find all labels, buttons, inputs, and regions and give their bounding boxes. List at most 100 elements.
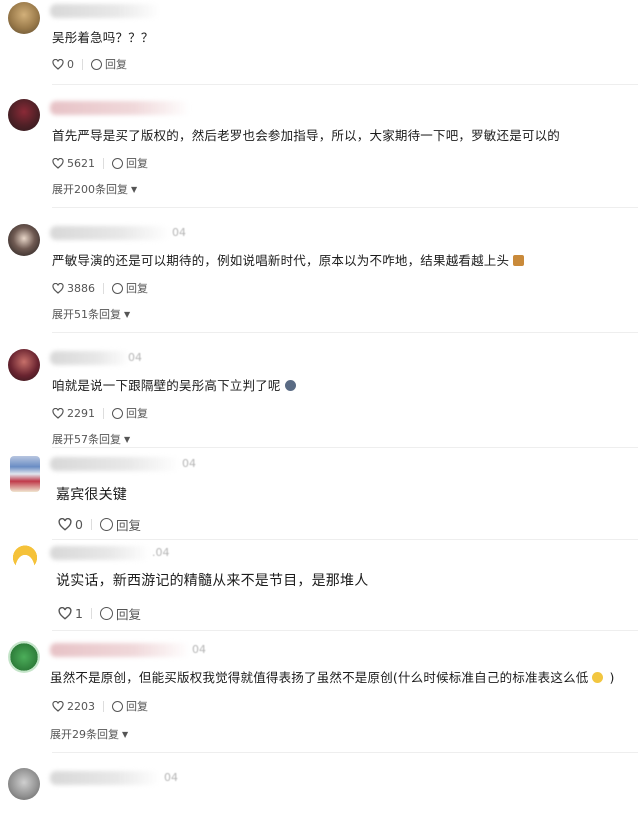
caret-down-icon: ▼ bbox=[122, 730, 129, 739]
comment-text-content: 严敏导演的还是可以期待的，例如说唱新时代，原本以为不咋地，结果越看越上头 bbox=[52, 253, 510, 268]
reply-label: 回复 bbox=[126, 157, 148, 170]
expand-label: 展开57条回复 bbox=[52, 433, 121, 446]
expand-replies-link[interactable]: 展开29条回复 ▼ bbox=[50, 726, 128, 742]
comment-icon bbox=[91, 58, 102, 70]
reply-button[interactable]: 回复 bbox=[112, 698, 148, 714]
reply-button[interactable]: 回复 bbox=[91, 56, 127, 72]
comment-text: 咱就是说一下跟隔壁的吴彤高下立判了呢 bbox=[52, 375, 296, 394]
expand-replies-link[interactable]: 展开51条回复 ▼ bbox=[52, 306, 130, 322]
reply-button[interactable]: 回复 bbox=[112, 155, 148, 171]
reply-button[interactable]: 回复 bbox=[99, 604, 141, 623]
laughing-emoji-icon bbox=[592, 672, 604, 683]
avatar[interactable] bbox=[8, 99, 40, 131]
expand-label: 展开51条回复 bbox=[52, 308, 121, 321]
comment-date: 04 bbox=[172, 226, 186, 239]
reply-label: 回复 bbox=[126, 407, 148, 420]
like-button[interactable]: 5621 bbox=[52, 157, 95, 170]
like-button[interactable]: 1 bbox=[58, 606, 83, 621]
comment-icon bbox=[112, 282, 123, 294]
comment-text: 虽然不是原创，但能买版权我觉得就值得表扬了虽然不是原创(什么时候标准自己的标准表… bbox=[50, 667, 615, 686]
username-blurred bbox=[50, 4, 160, 18]
expand-label: 展开29条回复 bbox=[50, 728, 119, 741]
comment-text: 说实话，新西游记的精髓从来不是节目，是那堆人 bbox=[56, 573, 369, 589]
avatar[interactable] bbox=[8, 224, 40, 256]
emoji-icon bbox=[284, 380, 296, 391]
comment-actions: 0 回复 bbox=[52, 56, 127, 72]
like-button[interactable]: 2203 bbox=[52, 700, 95, 713]
divider bbox=[52, 207, 638, 208]
reply-button[interactable]: 回复 bbox=[99, 515, 141, 534]
heart-icon bbox=[52, 58, 64, 70]
caret-down-icon: ▼ bbox=[124, 435, 131, 444]
avatar[interactable] bbox=[8, 2, 40, 34]
like-count: 2203 bbox=[67, 699, 95, 713]
avatar[interactable] bbox=[8, 349, 40, 381]
like-count: 5621 bbox=[67, 156, 95, 170]
like-button[interactable]: 2291 bbox=[52, 407, 95, 420]
divider bbox=[52, 752, 638, 753]
like-count: 0 bbox=[67, 57, 74, 71]
username-blurred bbox=[50, 101, 190, 115]
comment-date: 04 bbox=[182, 457, 196, 470]
caret-down-icon: ▼ bbox=[131, 185, 138, 194]
comment-actions: 3886 回复 bbox=[52, 280, 148, 296]
reply-button[interactable]: 回复 bbox=[112, 405, 148, 421]
username-blurred bbox=[50, 643, 190, 657]
like-count: 3886 bbox=[67, 281, 95, 295]
divider bbox=[52, 447, 638, 448]
comment-text-tail: ) bbox=[609, 670, 615, 685]
comment-actions: 2203 回复 bbox=[52, 698, 148, 714]
expand-replies-link[interactable]: 展开200条回复 ▼ bbox=[52, 181, 137, 197]
separator bbox=[103, 700, 104, 712]
comment-text-content: 咱就是说一下跟隔壁的吴彤高下立判了呢 bbox=[52, 378, 281, 393]
comment-text: 严敏导演的还是可以期待的，例如说唱新时代，原本以为不咋地，结果越看越上头 bbox=[52, 250, 525, 269]
comment-text-content: 虽然不是原创，但能买版权我觉得就值得表扬了虽然不是原创(什么时候标准自己的标准表… bbox=[50, 670, 589, 685]
reply-button[interactable]: 回复 bbox=[112, 280, 148, 296]
divider bbox=[52, 332, 638, 333]
reply-label: 回复 bbox=[126, 700, 148, 713]
divider bbox=[52, 84, 638, 85]
separator bbox=[103, 157, 104, 169]
avatar[interactable] bbox=[10, 456, 40, 492]
heart-icon bbox=[58, 606, 72, 620]
heart-icon bbox=[52, 407, 64, 419]
comment-actions: 0 回复 bbox=[58, 515, 141, 534]
comment-date: 04 bbox=[128, 351, 142, 364]
comment-icon bbox=[112, 407, 123, 419]
heart-icon bbox=[58, 517, 72, 531]
username-blurred bbox=[50, 546, 150, 560]
reply-label: 回复 bbox=[115, 606, 141, 622]
comment-icon bbox=[112, 700, 123, 712]
username-blurred bbox=[50, 457, 180, 471]
comment-text: 嘉宾很关键 bbox=[56, 487, 127, 503]
comment-text: 吴彤着急吗？？？ bbox=[52, 30, 154, 45]
avatar[interactable] bbox=[8, 768, 40, 800]
reply-label: 回复 bbox=[115, 517, 141, 533]
expand-replies-link[interactable]: 展开57条回复 ▼ bbox=[52, 431, 130, 447]
divider bbox=[52, 539, 638, 540]
username-blurred bbox=[50, 226, 170, 240]
comment-actions: 1 回复 bbox=[58, 604, 141, 623]
heart-icon bbox=[52, 157, 64, 169]
comment-actions: 2291 回复 bbox=[52, 405, 148, 421]
emoji-icon bbox=[513, 255, 525, 266]
separator bbox=[90, 518, 92, 530]
comment-date: 04 bbox=[192, 643, 206, 656]
like-count: 0 bbox=[75, 516, 83, 532]
avatar[interactable] bbox=[8, 641, 40, 673]
expand-label: 展开200条回复 bbox=[52, 183, 128, 196]
heart-icon bbox=[52, 700, 64, 712]
reply-label: 回复 bbox=[105, 58, 127, 71]
like-count: 2291 bbox=[67, 406, 95, 420]
comment-date: .04 bbox=[152, 546, 170, 559]
comment-date: 04 bbox=[164, 771, 178, 784]
like-button[interactable]: 0 bbox=[52, 58, 74, 71]
avatar[interactable] bbox=[8, 544, 42, 578]
comment-icon bbox=[99, 517, 113, 531]
comment-text: 首先严导是买了版权的，然后老罗也会参加指导，所以，大家期待一下吧，罗敏还是可以的 bbox=[52, 128, 561, 143]
like-button[interactable]: 0 bbox=[58, 517, 83, 532]
like-count: 1 bbox=[75, 605, 83, 621]
like-button[interactable]: 3886 bbox=[52, 282, 95, 295]
comment-icon bbox=[112, 157, 123, 169]
comment-actions: 5621 回复 bbox=[52, 155, 148, 171]
